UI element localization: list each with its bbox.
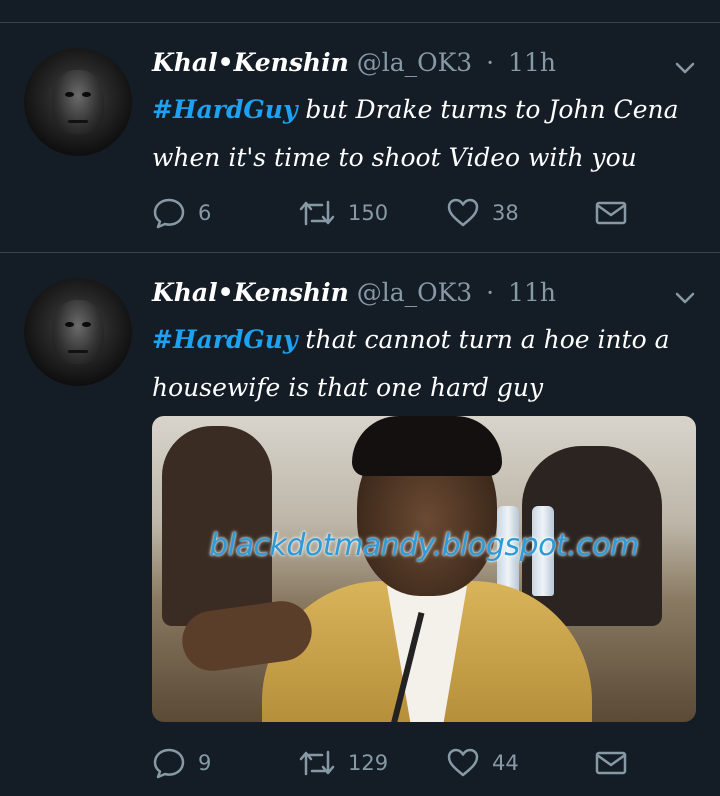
retweet-count: 150 [348,201,389,225]
like-icon [447,198,479,227]
display-name[interactable]: Khal•Kenshin [152,48,349,77]
chevron-down-icon[interactable] [672,288,698,308]
retweet-icon [299,750,335,776]
chevron-down-icon[interactable] [672,58,698,78]
avatar-eye-right [82,322,91,327]
reply-button[interactable]: 9 [152,743,211,783]
reply-icon [153,748,185,779]
tweet-actions: 9 129 44 [152,743,692,783]
media-watermark: blackdotmandy.blogspot.com [209,528,639,563]
tweet-header: Khal•Kenshin @la_OK3 · 11h [152,278,556,307]
tweet-text-line1: that cannot turn a hoe into a [297,325,670,354]
tweet-media-photo[interactable]: blackdotmandy.blogspot.com [152,416,696,722]
tweet-text: #HardGuy that cannot turn a hoe into a h… [152,316,692,412]
reply-count: 9 [198,751,212,775]
handle[interactable]: @la_OK3 [357,48,472,77]
retweet-icon [299,200,335,226]
tweet-actions: 6 150 38 [152,193,692,233]
reply-icon [153,198,185,229]
avatar-eye-left [65,322,74,327]
dm-button[interactable] [594,193,628,233]
avatar-mouth [68,350,88,353]
hashtag-link[interactable]: #HardGuy [152,95,297,124]
reply-button[interactable]: 6 [152,193,211,233]
retweet-count: 129 [348,751,389,775]
like-count: 38 [492,201,519,225]
avatar-eye-right [82,92,91,97]
separator: · [486,48,495,77]
retweet-button[interactable]: 150 [298,193,388,233]
timestamp[interactable]: 11h [508,278,556,307]
dm-icon [595,751,627,775]
photo-background-person [162,426,272,626]
separator: · [486,278,495,307]
avatar-face [52,70,104,134]
like-button[interactable]: 38 [446,193,519,233]
avatar-face [52,300,104,364]
photo-hair [352,416,502,476]
tweet-header: Khal•Kenshin @la_OK3 · 11h [152,48,556,77]
avatar[interactable] [24,48,132,156]
like-button[interactable]: 44 [446,743,519,783]
like-icon [447,748,479,777]
like-count: 44 [492,751,519,775]
tweet-text-line2: housewife is that one hard guy [152,373,544,402]
avatar-eye-left [65,92,74,97]
reply-count: 6 [198,201,212,225]
handle[interactable]: @la_OK3 [357,278,472,307]
dm-icon [595,201,627,225]
tweet-text-line2: when it's time to shoot Video with you [152,143,637,172]
tweet-text-line1: but Drake turns to John Cena [297,95,679,124]
avatar[interactable] [24,278,132,386]
avatar-mouth [68,120,88,123]
display-name[interactable]: Khal•Kenshin [152,278,349,307]
tweet-text: #HardGuy but Drake turns to John Cena wh… [152,86,692,182]
dm-button[interactable] [594,743,628,783]
timestamp[interactable]: 11h [508,48,556,77]
retweet-button[interactable]: 129 [298,743,388,783]
tweet-1[interactable]: Khal•Kenshin @la_OK3 · 11h #HardGuy but … [0,0,720,252]
hashtag-link[interactable]: #HardGuy [152,325,297,354]
